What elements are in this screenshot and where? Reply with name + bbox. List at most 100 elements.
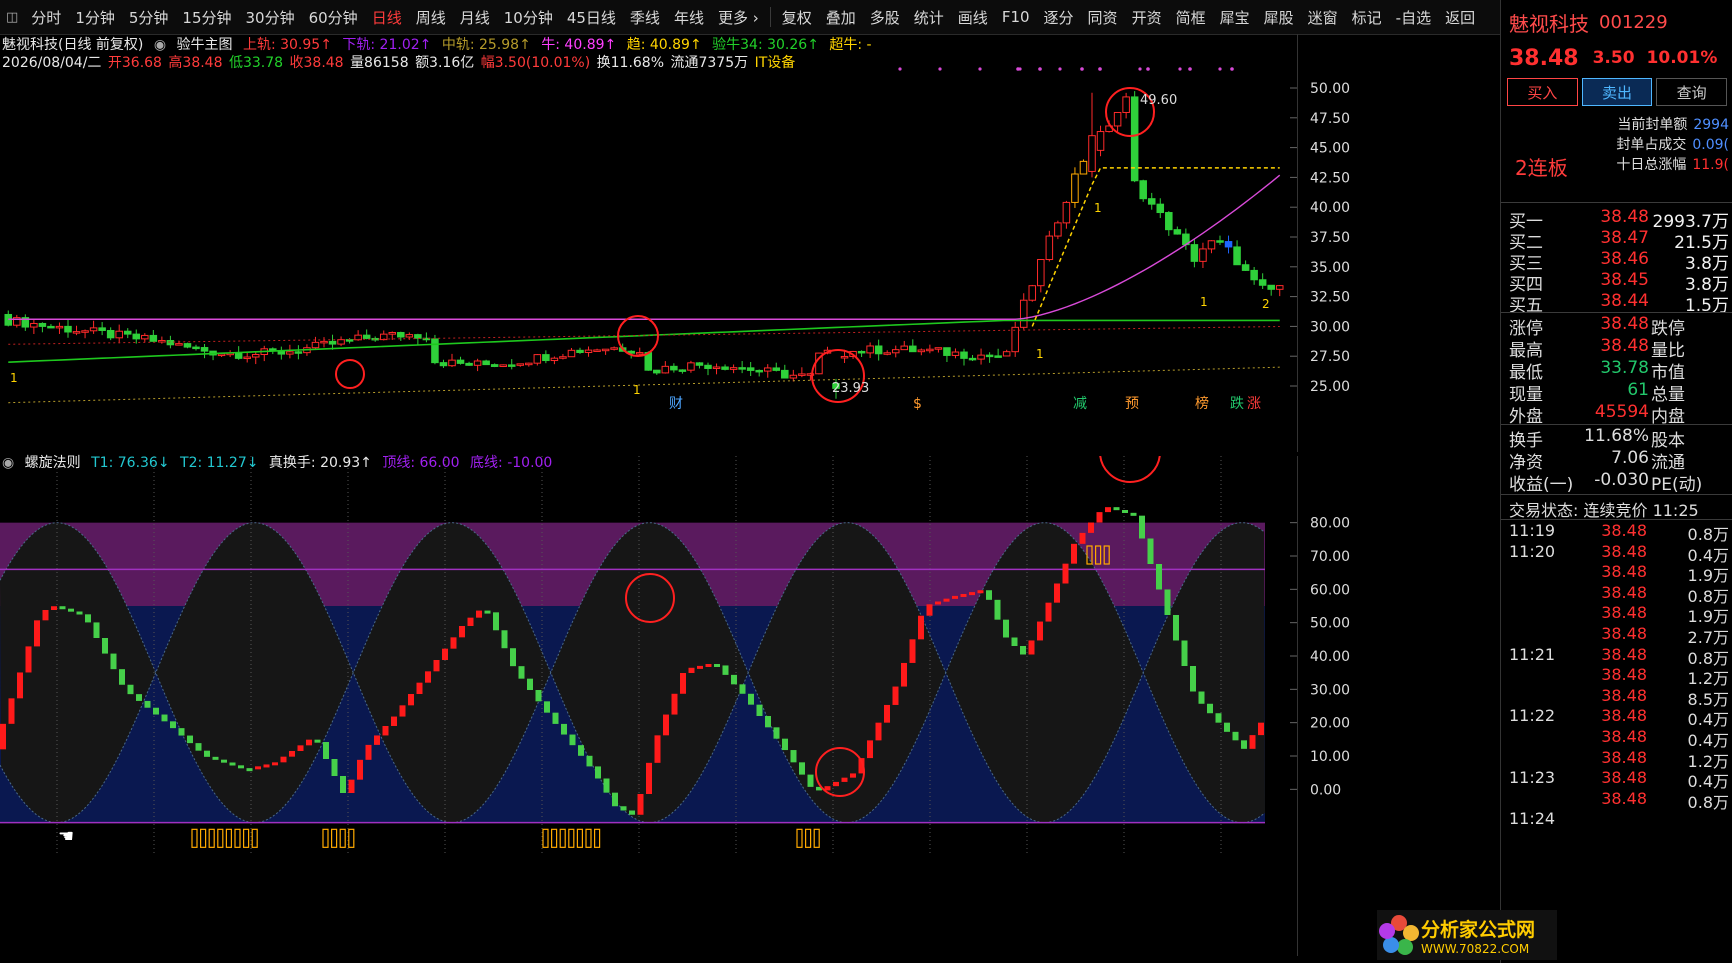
sub-indicator-name[interactable]: 螺旋法则 [25,455,81,471]
event-marker: 涨 [1247,396,1261,412]
toolbar-item[interactable]: 30分钟 [239,7,302,28]
candle-body [985,354,994,358]
candle-body [354,334,362,341]
signal-dot [1188,67,1192,71]
spiral-step [909,639,916,663]
spiral-step [901,662,907,687]
toolbar-item[interactable]: F10 [995,8,1037,26]
toolbar-item[interactable]: 日线 [365,7,409,28]
toolbar-item[interactable]: 分时 [24,7,68,28]
spiral-step [1156,564,1162,590]
tick-row: 11:22 38.48 0.4万 [1501,706,1732,729]
spiral-step [1173,615,1179,641]
toolbar-item[interactable]: 逐分 [1037,7,1081,28]
y-tick-label: 45.00 [1310,141,1350,157]
bid-price: 38.44 [1600,291,1649,311]
window-icon[interactable]: ◫ [0,10,24,25]
signal-dot [1138,67,1142,71]
signal-block [200,828,207,848]
candle-body [1250,269,1258,281]
spiral-step [697,665,703,669]
toolbar-item[interactable]: 统计 [907,7,951,28]
toolbar-item[interactable]: 周线 [409,7,453,28]
spiral-step [442,648,448,660]
buy-button[interactable]: 买入 [1507,78,1578,106]
candle-body [397,332,405,338]
spiral-step [263,764,270,768]
yellow-trend-line [1031,167,1280,327]
candle-body [1045,235,1054,261]
spiral-step [782,738,788,751]
seal-row: 十日总涨幅 11.9( [1616,154,1729,174]
spiral-step [935,601,941,605]
toolbar-item[interactable]: 15分钟 [175,7,238,28]
spiral-step [399,705,406,717]
candle-body [763,367,772,372]
candle-body [1002,351,1011,357]
toolbar-item[interactable]: 犀股 [1257,7,1301,28]
sell-button[interactable]: 卖出 [1581,78,1653,106]
count-label: 1 [10,371,18,385]
tick-price: 38.48 [1601,727,1647,746]
candle-body [1241,264,1250,271]
toolbar-item[interactable]: 多股 [863,7,907,28]
toolbar-item[interactable]: 1分钟 [68,7,122,28]
spiral-indicator-chart[interactable]: 80.00 70.00 60.00 50.00 40.00 30.00 20.00 10.00… [0,455,1500,956]
candle-body [917,349,926,353]
y-tick-label: 27.50 [1310,349,1350,365]
toolbar-item[interactable]: 季线 [623,7,667,28]
sub-y-tick-label: 30.00 [1310,682,1350,698]
spiral-step [204,750,210,757]
divider [1501,312,1732,313]
spiral-step [595,766,601,779]
candle-body [132,333,141,340]
candle-body [798,373,806,376]
spiral-step [952,595,958,599]
toolbar-item[interactable]: 10分钟 [497,7,560,28]
toolbar-item[interactable]: 复权 [775,7,819,28]
spiral-step [255,766,261,770]
toolbar-item[interactable]: 迷窗 [1301,7,1345,28]
query-button[interactable]: 查询 [1656,78,1728,106]
spiral-step [1232,731,1239,741]
stat-value: 38.48 [1600,336,1649,356]
signal-block [813,828,820,848]
spiral-step [425,671,431,683]
main-kline-chart[interactable]: 魅视科技(日线 前复权) ◉ 验牛主图 上轨: 30.95↑ 下轨: 21.02… [0,34,1500,452]
toolbar-item[interactable]: 年线 [667,7,711,28]
candle-body [909,345,917,353]
toolbar-item[interactable]: 更多 › [711,7,766,28]
candle-body [712,366,721,369]
toolbar-item[interactable]: 犀宝 [1213,7,1257,28]
toolbar-item[interactable]: 返回 [1438,7,1482,28]
toolbar-item[interactable]: -自选 [1389,7,1438,28]
toolbar-item[interactable]: 同资 [1081,7,1125,28]
candle-body [98,327,106,331]
toolbar-item[interactable]: 60分钟 [302,7,365,28]
signal-block [593,828,601,848]
toolbar-item[interactable]: 5分钟 [122,7,176,28]
toolbar-item[interactable]: 叠加 [819,7,863,28]
toolbar-item[interactable]: 标记 [1345,7,1389,28]
candle-body [482,360,490,366]
toolbar-item[interactable]: 45日线 [560,7,623,28]
stat-value: 38.48 [1600,314,1649,334]
candle-body [550,357,559,362]
toolbar-item[interactable]: 月线 [453,7,497,28]
y-tick-label: 30.00 [1310,319,1350,335]
spiral-step [331,759,338,776]
spiral-step [1113,507,1120,511]
toolbar-item[interactable]: 简框 [1169,7,1213,28]
candle-body [1216,240,1224,243]
spiral-step [527,678,533,690]
candle-body [1079,160,1088,175]
sub-toggle-icon[interactable]: ◉ [2,455,14,471]
candle-body [1173,229,1182,235]
toolbar-item[interactable]: 画线 [951,7,995,28]
candle-body [1275,285,1284,290]
bid-row: 买三 38.46 3.8万 [1501,249,1732,274]
toolbar-item[interactable]: 开资 [1125,7,1169,28]
candle-body [251,354,260,358]
candle-body [1190,244,1199,262]
candle-body [695,362,704,366]
